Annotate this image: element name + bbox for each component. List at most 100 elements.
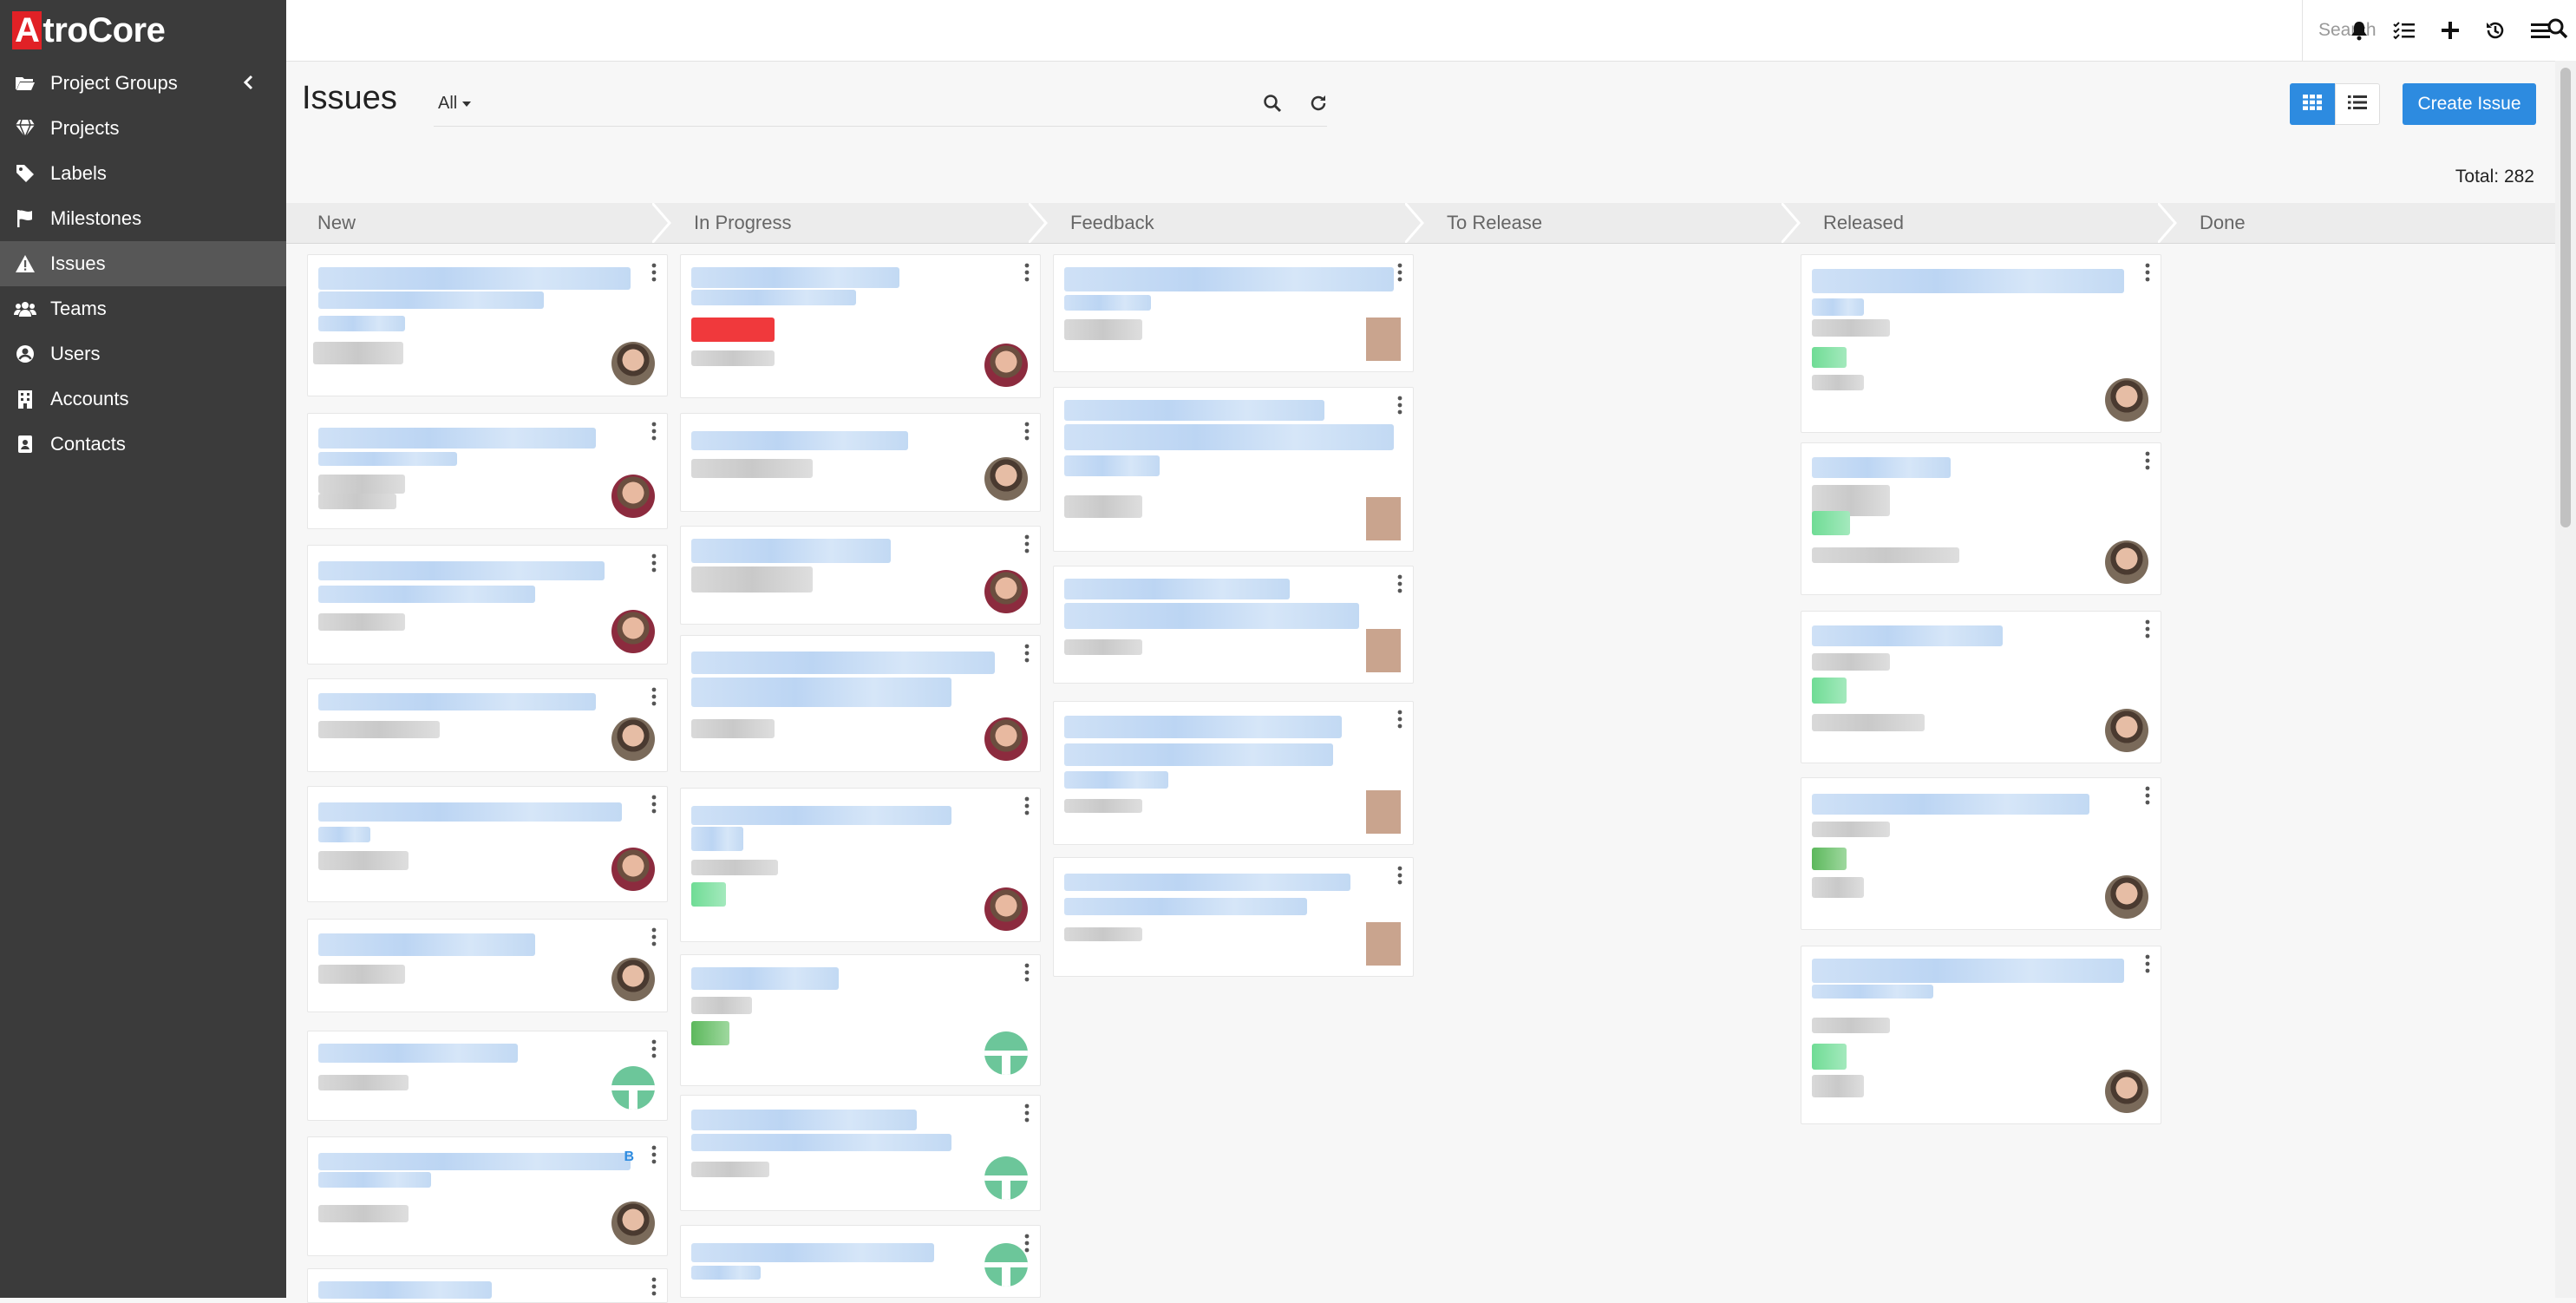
more-vertical-icon[interactable] xyxy=(650,262,658,283)
issue-card[interactable] xyxy=(307,413,668,529)
more-vertical-icon[interactable] xyxy=(2143,953,2152,974)
issue-card[interactable] xyxy=(307,678,668,772)
issue-title-redacted[interactable] xyxy=(691,290,856,305)
issue-title-redacted[interactable] xyxy=(318,693,596,710)
more-vertical-icon[interactable] xyxy=(1396,709,1404,730)
issue-title-redacted[interactable] xyxy=(318,933,535,956)
issue-title-redacted[interactable] xyxy=(318,291,544,309)
assignee-avatar[interactable] xyxy=(611,958,655,1001)
plus-icon[interactable] xyxy=(2438,18,2462,43)
issue-title-redacted[interactable] xyxy=(318,316,405,331)
issue-title-redacted[interactable] xyxy=(691,1134,951,1151)
sidebar-item-project-groups[interactable]: Project Groups xyxy=(0,61,286,106)
more-vertical-icon[interactable] xyxy=(650,927,658,947)
assignee-avatar[interactable] xyxy=(984,1031,1028,1075)
issue-card[interactable] xyxy=(1801,611,2161,763)
refresh-icon[interactable] xyxy=(1307,92,1330,115)
more-vertical-icon[interactable] xyxy=(1023,643,1031,664)
more-vertical-icon[interactable] xyxy=(1023,421,1031,442)
issue-title-redacted[interactable] xyxy=(691,806,951,825)
issue-title-redacted[interactable] xyxy=(1064,603,1359,629)
assignee-avatar[interactable] xyxy=(984,344,1028,387)
issue-card[interactable] xyxy=(307,919,668,1012)
issue-card[interactable] xyxy=(307,1031,668,1121)
issue-title-redacted[interactable] xyxy=(318,1153,631,1170)
issue-card[interactable] xyxy=(680,788,1041,942)
issue-card[interactable] xyxy=(1801,254,2161,433)
issue-title-redacted[interactable] xyxy=(691,431,908,450)
issue-title-redacted[interactable] xyxy=(1812,985,1933,999)
issue-card[interactable] xyxy=(1053,387,1414,552)
issue-card[interactable] xyxy=(1053,566,1414,684)
issue-title-redacted[interactable] xyxy=(1064,898,1307,915)
issue-title-redacted[interactable] xyxy=(691,967,839,990)
more-vertical-icon[interactable] xyxy=(2143,262,2152,283)
assignee-avatar[interactable] xyxy=(2105,378,2148,422)
issue-card[interactable]: B xyxy=(307,1136,668,1256)
more-vertical-icon[interactable] xyxy=(1023,534,1031,554)
assignee-avatar[interactable] xyxy=(1357,922,1401,966)
assignee-avatar[interactable] xyxy=(984,887,1028,931)
more-vertical-icon[interactable] xyxy=(650,1038,658,1059)
more-vertical-icon[interactable] xyxy=(650,1276,658,1297)
more-vertical-icon[interactable] xyxy=(2143,450,2152,471)
more-vertical-icon[interactable] xyxy=(1023,1233,1031,1254)
assignee-avatar[interactable] xyxy=(984,717,1028,761)
assignee-avatar[interactable] xyxy=(2105,875,2148,919)
assignee-avatar[interactable] xyxy=(1357,318,1401,361)
issue-title-redacted[interactable] xyxy=(1064,424,1394,450)
bell-icon[interactable] xyxy=(2347,18,2371,43)
more-vertical-icon[interactable] xyxy=(1396,395,1404,416)
issue-title-redacted[interactable] xyxy=(318,561,605,580)
more-vertical-icon[interactable] xyxy=(1396,865,1404,886)
assignee-avatar[interactable] xyxy=(2105,1070,2148,1113)
issue-card[interactable] xyxy=(307,545,668,665)
issue-title-redacted[interactable] xyxy=(1812,269,2124,293)
issue-title-redacted[interactable] xyxy=(1064,295,1151,311)
issue-card[interactable] xyxy=(680,413,1041,512)
issue-title-redacted[interactable] xyxy=(318,428,596,449)
issue-title-redacted[interactable] xyxy=(1064,267,1394,291)
more-vertical-icon[interactable] xyxy=(650,553,658,573)
assignee-avatar[interactable] xyxy=(611,1202,655,1245)
assignee-avatar[interactable] xyxy=(611,475,655,518)
sidebar-item-milestones[interactable]: Milestones xyxy=(0,196,286,241)
app-logo[interactable]: AtroCore xyxy=(0,0,286,61)
issue-card[interactable] xyxy=(307,1268,668,1303)
sidebar-item-labels[interactable]: Labels xyxy=(0,151,286,196)
issue-title-redacted[interactable] xyxy=(691,267,899,288)
issue-title-redacted[interactable] xyxy=(1064,579,1290,599)
sidebar-item-accounts[interactable]: Accounts xyxy=(0,376,286,422)
more-vertical-icon[interactable] xyxy=(650,1144,658,1165)
more-vertical-icon[interactable] xyxy=(1023,1103,1031,1123)
issue-title-redacted[interactable] xyxy=(318,586,535,603)
assignee-avatar[interactable] xyxy=(611,717,655,761)
more-vertical-icon[interactable] xyxy=(1396,262,1404,283)
assignee-avatar[interactable] xyxy=(984,1243,1028,1287)
issue-title-redacted[interactable] xyxy=(318,1172,431,1188)
issue-title-redacted[interactable] xyxy=(1064,716,1342,738)
issue-title-redacted[interactable] xyxy=(691,1266,761,1280)
search-field[interactable] xyxy=(434,126,1327,127)
issue-title-redacted[interactable] xyxy=(691,652,995,674)
issue-title-redacted[interactable] xyxy=(691,539,891,563)
assignee-avatar[interactable] xyxy=(984,457,1028,501)
issue-card[interactable] xyxy=(1801,946,2161,1124)
sidebar-item-teams[interactable]: Teams xyxy=(0,286,286,331)
assignee-avatar[interactable] xyxy=(1357,629,1401,672)
sidebar-item-users[interactable]: Users xyxy=(0,331,286,376)
more-vertical-icon[interactable] xyxy=(1023,796,1031,816)
issue-title-redacted[interactable] xyxy=(1064,771,1168,789)
issue-card[interactable] xyxy=(680,635,1041,772)
issue-title-redacted[interactable] xyxy=(1812,457,1951,478)
issue-card[interactable] xyxy=(680,1095,1041,1211)
more-vertical-icon[interactable] xyxy=(650,686,658,707)
issue-card[interactable] xyxy=(680,526,1041,625)
sidebar-item-issues[interactable]: Issues xyxy=(0,241,286,286)
more-vertical-icon[interactable] xyxy=(1023,962,1031,983)
issue-title-redacted[interactable] xyxy=(318,1281,492,1299)
search-icon[interactable] xyxy=(1261,92,1284,115)
create-issue-button[interactable]: Create Issue xyxy=(2403,83,2536,125)
issue-title-redacted[interactable] xyxy=(318,802,622,822)
issue-title-redacted[interactable] xyxy=(691,678,951,707)
